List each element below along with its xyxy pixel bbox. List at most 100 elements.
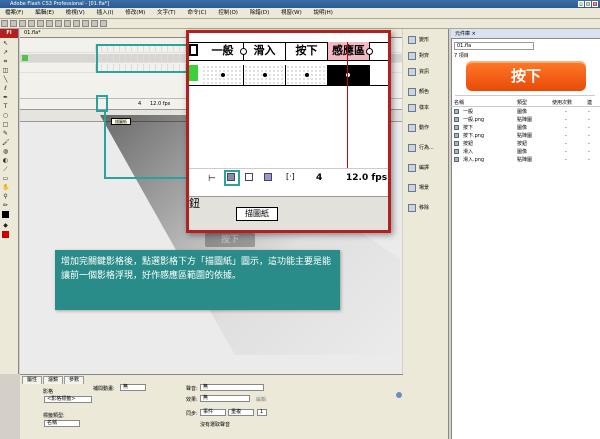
maximize-button[interactable]: □ <box>585 1 591 7</box>
copy-icon[interactable] <box>46 20 53 27</box>
frame-name-input[interactable]: <影格標籤> <box>44 396 92 403</box>
edit-multiple-frames-icon[interactable] <box>264 173 272 181</box>
sound-select[interactable]: 無 <box>200 384 264 391</box>
dock-transform[interactable]: 變形 <box>405 33 447 47</box>
label-type-select[interactable]: 名稱 <box>44 420 80 427</box>
col-name[interactable]: 名稱 <box>454 99 464 107</box>
library-row[interactable]: 一般 圖像 - - <box>451 108 600 116</box>
print-icon[interactable] <box>28 20 35 27</box>
dock-actions[interactable]: 動作 <box>405 121 447 135</box>
library-row[interactable]: 按鈕 按鈕 - - <box>451 140 600 148</box>
col-linkage[interactable]: 連 <box>587 99 592 107</box>
close-button[interactable]: × <box>592 1 598 7</box>
save-icon[interactable] <box>19 20 26 27</box>
tween-select[interactable]: 無 <box>120 384 146 391</box>
subselection-tool-icon[interactable]: ↗ <box>2 49 9 56</box>
library-header[interactable]: 元件庫 × <box>451 29 600 39</box>
dock-align[interactable]: 對齊 <box>405 49 447 63</box>
dock-scene[interactable]: 場景 <box>405 181 447 195</box>
highlight-connector-vertical <box>104 112 106 179</box>
transform-icon <box>408 36 416 44</box>
open-icon[interactable] <box>10 20 17 27</box>
menu-view[interactable]: 檢視(V) <box>61 8 90 19</box>
menu-text[interactable]: 文字(T) <box>152 8 181 19</box>
text-tool-icon[interactable]: T <box>2 103 9 110</box>
fill-color-icon[interactable]: ◆ <box>2 222 9 229</box>
zoom-edit-bar: 鈕 <box>189 196 388 230</box>
help-icon[interactable] <box>396 392 402 398</box>
menu-control[interactable]: 控制(O) <box>213 8 243 19</box>
sync-select[interactable]: 事件 <box>200 409 226 416</box>
zoom-tool-icon[interactable]: ⚲ <box>2 193 9 200</box>
redo-icon[interactable] <box>73 20 80 27</box>
new-icon[interactable] <box>1 20 8 27</box>
eyedropper-icon[interactable]: ⟋ <box>2 166 9 173</box>
properties-tabs: 屬性 濾鏡 參數 <box>22 376 85 384</box>
dock-compiler[interactable]: 編譯 <box>405 161 447 175</box>
library-document-select[interactable]: 01.fla <box>454 42 534 50</box>
paint-bucket-icon[interactable]: ◐ <box>2 157 9 164</box>
no-sound-text: 沒有選取聲音 <box>200 422 231 428</box>
swatches-icon <box>408 104 416 112</box>
library-row[interactable]: 滑入 圖像 - - <box>451 148 600 156</box>
instruction-callout: 增加完關鍵影格後，點選影格下方「描圖紙」圖示，這功能主要是能讓前一個影格浮現，好… <box>55 250 340 310</box>
dock-swatches[interactable]: 樣本 <box>405 101 447 115</box>
col-use-count[interactable]: 使用次數 <box>552 99 572 107</box>
dock-info[interactable]: 資訊 <box>405 65 447 79</box>
stroke-swatch[interactable] <box>2 211 9 218</box>
free-transform-icon[interactable]: ⌗ <box>2 58 9 65</box>
library-row[interactable]: 滑入.png 點陣圖 - - <box>451 156 600 164</box>
menu-edit[interactable]: 編輯(E) <box>30 8 59 19</box>
menu-insert[interactable]: 插入(I) <box>92 8 119 19</box>
fill-swatch[interactable] <box>2 231 9 238</box>
oval-tool-icon[interactable]: ○ <box>2 112 9 119</box>
cut-icon[interactable] <box>37 20 44 27</box>
menu-window[interactable]: 視窗(W) <box>276 8 307 19</box>
col-type[interactable]: 類型 <box>517 99 527 107</box>
repeat-select[interactable]: 重複 <box>228 409 254 416</box>
brush-tool-icon[interactable]: 🖌 <box>2 139 10 146</box>
modify-onion-markers-icon[interactable]: [·] <box>286 172 295 181</box>
dock-color[interactable]: 顏色 <box>405 85 447 99</box>
paste-icon[interactable] <box>55 20 62 27</box>
pen-tool-icon[interactable]: ✒ <box>2 94 9 101</box>
line-tool-icon[interactable]: ╲ <box>2 76 9 83</box>
straighten-icon[interactable] <box>100 20 107 27</box>
onion-end-marker[interactable] <box>366 48 373 55</box>
playhead-line[interactable] <box>347 42 348 172</box>
align-icon <box>408 52 416 60</box>
dock-behaviors[interactable]: 行為... <box>405 141 447 155</box>
hand-tool-icon[interactable]: ✋ <box>2 184 9 191</box>
library-row[interactable]: 按下 圖像 - - <box>451 124 600 132</box>
snap-icon[interactable] <box>82 20 89 27</box>
menu-modify[interactable]: 修改(M) <box>120 8 150 19</box>
lasso-tool-icon[interactable]: ℓ <box>2 85 9 92</box>
gradient-transform-icon[interactable]: ◫ <box>2 67 9 74</box>
dock-remove[interactable]: 移除 <box>405 201 447 215</box>
smooth-icon[interactable] <box>91 20 98 27</box>
onion-start-marker[interactable] <box>240 48 247 55</box>
undo-icon[interactable] <box>64 20 71 27</box>
library-row[interactable]: 按下.png 點陣圖 - - <box>451 132 600 140</box>
tab-parameters[interactable]: 參數 <box>64 376 85 384</box>
tab-properties[interactable]: 屬性 <box>22 376 43 384</box>
ink-bottle-icon[interactable]: ◍ <box>2 148 9 155</box>
rectangle-tool-icon[interactable]: □ <box>2 121 9 128</box>
selection-tool-icon[interactable]: ↖ <box>2 40 9 47</box>
pencil-tool-icon[interactable]: ✎ <box>2 130 9 137</box>
onion-skin-outlines-icon[interactable] <box>245 173 253 181</box>
edit-button[interactable]: 編輯 <box>256 396 266 403</box>
library-row[interactable]: 一般.png 點陣圖 - - <box>451 116 600 124</box>
repeat-count-input[interactable]: 1 <box>257 409 267 416</box>
menu-commands[interactable]: 命令(C) <box>182 8 211 19</box>
stroke-color-icon[interactable]: ✏ <box>2 202 9 209</box>
menu-debug[interactable]: 除錯(D) <box>245 8 275 19</box>
center-frame-icon[interactable]: ⊢ <box>208 174 216 184</box>
menu-file[interactable]: 檔案(F) <box>0 8 28 19</box>
minimize-button[interactable]: _ <box>578 1 584 7</box>
menu-help[interactable]: 說明(H) <box>308 8 337 19</box>
scene-icon <box>408 184 416 192</box>
tab-filters[interactable]: 濾鏡 <box>43 376 64 384</box>
eraser-icon[interactable]: ▭ <box>2 175 9 182</box>
effect-select[interactable]: 無 <box>200 395 250 402</box>
